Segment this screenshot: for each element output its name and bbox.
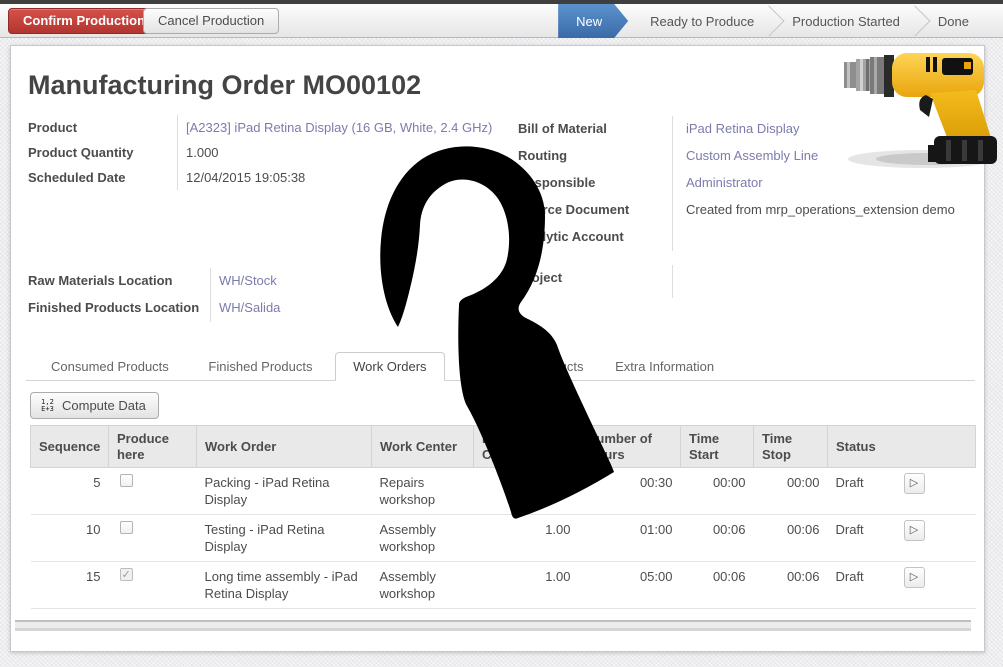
cell-time-stop: 00:06: [754, 515, 828, 562]
cell-work-center: Repairs workshop: [372, 468, 474, 515]
calculator-icon: 1,2 E+3: [39, 399, 56, 413]
col-sequence: Sequence: [31, 426, 109, 468]
product-image-drill: [838, 45, 1003, 175]
field-value-scheduled-date: 12/04/2015 19:05:38: [177, 165, 492, 190]
cell-cycles: 1.00: [474, 515, 579, 562]
field-label-product: Product: [28, 115, 177, 140]
field-label-project: Project: [518, 265, 672, 298]
start-workorder-button[interactable]: ▷: [904, 473, 925, 494]
cell-time-stop: 00:00: [754, 468, 828, 515]
play-icon: ▷: [910, 477, 918, 489]
col-number-of-cycles: Number of Cycles: [474, 426, 579, 468]
tab-work-orders[interactable]: Work Orders: [335, 352, 444, 381]
produce-here-checkbox[interactable]: [120, 568, 133, 581]
col-time-start: Time Start: [681, 426, 754, 468]
cell-work-order: Packing - iPad Retina Display: [197, 468, 372, 515]
produce-here-checkbox[interactable]: [120, 521, 133, 534]
cell-sequence: 10: [31, 515, 109, 562]
confirm-production-button[interactable]: Confirm Production: [8, 8, 160, 34]
table-row[interactable]: 10 Testing - iPad Retina Display Assembl…: [31, 515, 976, 562]
cell-hours: 05:00: [579, 562, 681, 609]
field-value-analytic-account[interactable]: [672, 224, 955, 251]
play-icon: ▷: [910, 571, 918, 583]
cell-time-start: 00:06: [681, 562, 754, 609]
table-header-row: Sequence Produce here Work Order Work Ce…: [31, 426, 976, 468]
field-label-bill-of-material: Bill of Material: [518, 116, 672, 143]
field-label-product-quantity: Product Quantity: [28, 140, 177, 165]
cell-time-start: 00:06: [681, 515, 754, 562]
cell-status: Draft ▷: [828, 515, 976, 562]
start-workorder-button[interactable]: ▷: [904, 567, 925, 588]
cell-work-center: Assembly workshop: [372, 515, 474, 562]
field-value-finished-products-location[interactable]: WH/Salida: [210, 295, 280, 322]
cell-work-order: Testing - iPad Retina Display: [197, 515, 372, 562]
stage-production-started[interactable]: Production Started: [772, 4, 920, 38]
tab-finished-products[interactable]: Finished Products: [191, 353, 329, 382]
field-value-source-document: Created from mrp_operations_extension de…: [672, 197, 955, 224]
toolbar: Confirm Production Cancel Production New…: [0, 4, 1003, 38]
field-value-product[interactable]: [A2323] iPad Retina Display (16 GB, Whit…: [177, 115, 492, 140]
col-work-order: Work Order: [197, 426, 372, 468]
cell-work-center: Assembly workshop: [372, 562, 474, 609]
field-label-scheduled-date: Scheduled Date: [28, 165, 177, 190]
compute-data-label: Compute Data: [62, 398, 146, 413]
field-group-left: Product [A2323] iPad Retina Display (16 …: [28, 115, 492, 190]
play-icon: ▷: [910, 524, 918, 536]
table-row[interactable]: 15 Long time assembly - iPad Retina Disp…: [31, 562, 976, 609]
field-label-raw-materials-location: Raw Materials Location: [28, 268, 210, 295]
field-value-raw-materials-location[interactable]: WH/Stock: [210, 268, 280, 295]
start-workorder-button[interactable]: ▷: [904, 520, 925, 541]
field-group-project: Project: [518, 265, 686, 298]
cell-status: Draft ▷: [828, 468, 976, 515]
cell-work-order: Long time assembly - iPad Retina Display: [197, 562, 372, 609]
field-group-locations: Raw Materials Location WH/Stock Finished…: [28, 268, 280, 322]
cell-time-start: 00:00: [681, 468, 754, 515]
field-label-routing: Routing: [518, 143, 672, 170]
app-window: Confirm Production Cancel Production New…: [0, 0, 1003, 667]
tab-consumed-products[interactable]: Consumed Products: [34, 353, 186, 382]
table-row[interactable]: 5 Packing - iPad Retina Display Repairs …: [31, 468, 976, 515]
tab-scheduled-products[interactable]: Scheduled Products: [450, 353, 600, 382]
col-produce-here: Produce here: [109, 426, 197, 468]
field-value-project[interactable]: [672, 265, 686, 298]
cell-cycles: 1.00: [474, 562, 579, 609]
page-title: Manufacturing Order MO00102: [28, 70, 421, 101]
status-bar: New Ready to Produce Production Started …: [558, 4, 1003, 38]
field-label-responsible: Responsible: [518, 170, 672, 197]
work-orders-table: Sequence Produce here Work Order Work Ce…: [30, 425, 976, 609]
field-label-source-document: Source Document: [518, 197, 672, 224]
produce-here-checkbox[interactable]: [120, 474, 133, 487]
col-time-stop: Time Stop: [754, 426, 828, 468]
field-value-product-quantity: 1.000: [177, 140, 492, 165]
cell-hours: 00:30: [579, 468, 681, 515]
col-number-of-hours: Number of Hours: [579, 426, 681, 468]
status-badge: Draft: [836, 522, 864, 537]
col-work-center: Work Center: [372, 426, 474, 468]
stage-new[interactable]: New: [558, 4, 628, 38]
status-badge: Draft: [836, 569, 864, 584]
cell-sequence: 15: [31, 562, 109, 609]
compute-data-button[interactable]: 1,2 E+3 Compute Data: [30, 392, 159, 419]
cell-cycles: [474, 468, 579, 515]
cell-hours: 01:00: [579, 515, 681, 562]
cell-time-stop: 00:06: [754, 562, 828, 609]
field-label-analytic-account: Analytic Account: [518, 224, 672, 251]
status-badge: Draft: [836, 475, 864, 490]
cell-sequence: 5: [31, 468, 109, 515]
notebook-tabbar: Consumed Products Finished Products Work…: [26, 352, 975, 381]
cell-status: Draft ▷: [828, 562, 976, 609]
horizontal-scrollbar[interactable]: [15, 620, 971, 631]
col-status: Status: [828, 426, 976, 468]
field-label-finished-products-location: Finished Products Location: [28, 295, 210, 322]
tab-extra-information[interactable]: Extra Information: [598, 353, 731, 382]
cancel-production-button[interactable]: Cancel Production: [143, 8, 279, 34]
